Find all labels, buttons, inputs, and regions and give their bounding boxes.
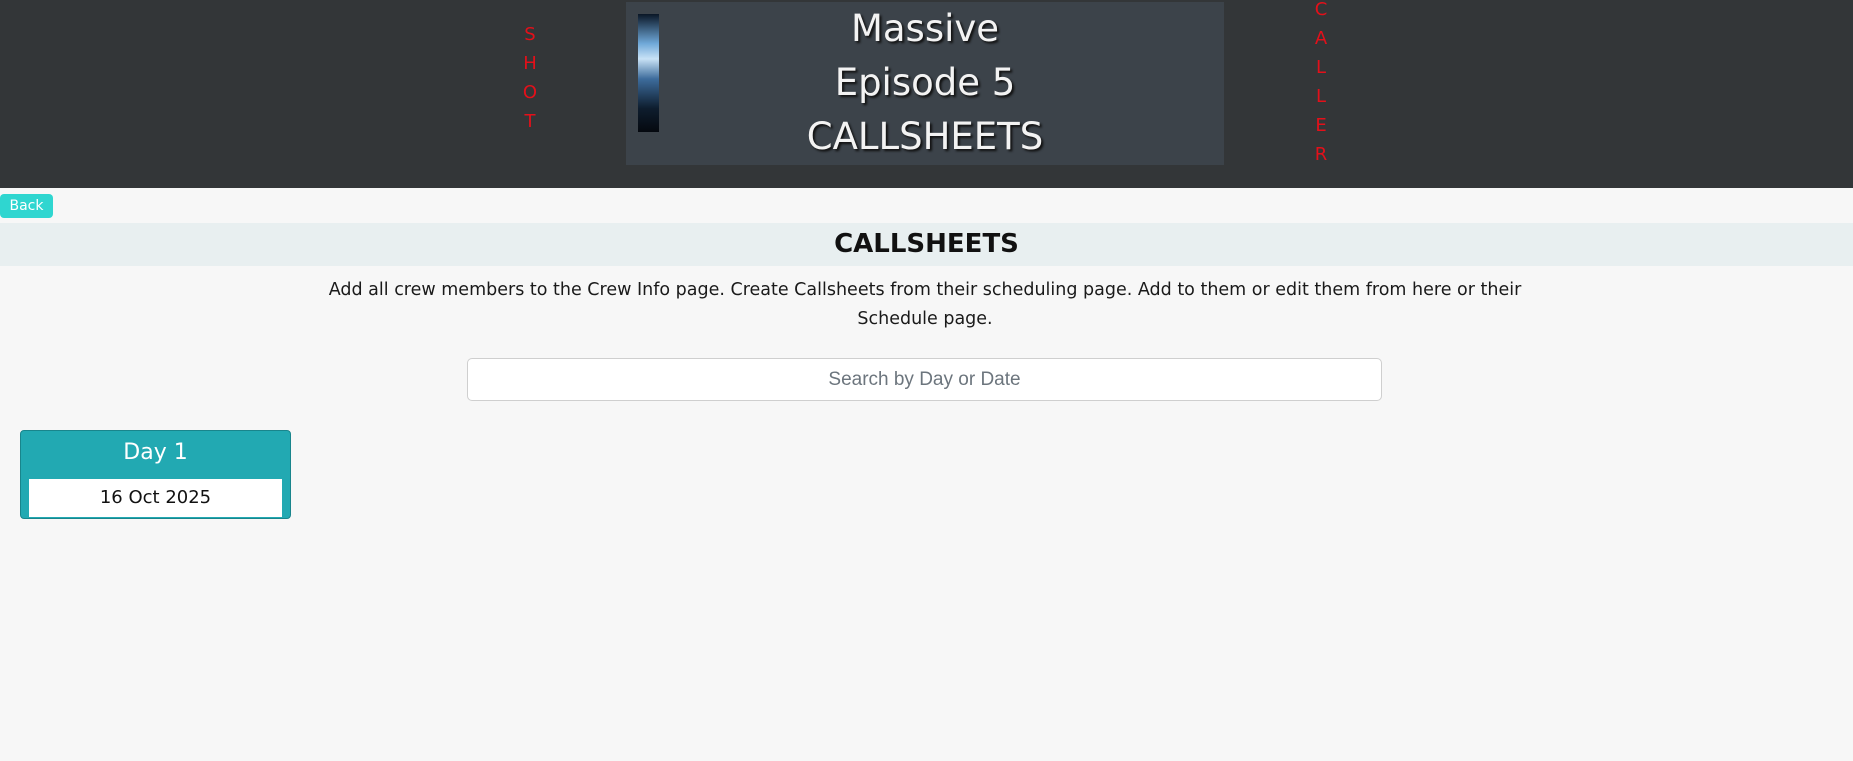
callsheet-card[interactable]: Day 1 16 Oct 2025 — [20, 430, 291, 519]
project-title-box: Massive Episode 5 CALLSHEETS — [626, 2, 1224, 165]
episode-title: Episode 5 — [834, 61, 1016, 104]
back-button[interactable]: Back — [0, 194, 53, 218]
project-title: Massive — [850, 7, 1000, 50]
instructions-text: Add all crew members to the Crew Info pa… — [328, 280, 1522, 329]
caller-logo-text: C A L L E R — [1310, 0, 1332, 169]
section-title-bar: CALLSHEETS — [0, 223, 1853, 266]
logo-letter: C — [1314, 0, 1328, 20]
logo-letter: E — [1315, 115, 1327, 136]
app-header: S H O T Massive Episode 5 CALLSHEETS C A… — [0, 0, 1853, 188]
logo-letter: R — [1314, 144, 1328, 165]
logo-letter: H — [523, 53, 537, 74]
logo-letter: T — [524, 111, 536, 132]
search-input[interactable] — [467, 358, 1382, 401]
logo-letter: O — [522, 82, 538, 103]
shot-logo-text: S H O T — [519, 20, 541, 136]
logo-letter: L — [1315, 57, 1327, 78]
callsheet-day-label: Day 1 — [123, 440, 188, 465]
logo-letter: A — [1314, 28, 1328, 49]
logo-letter: L — [1315, 86, 1327, 107]
callsheet-date: 16 Oct 2025 — [29, 479, 282, 517]
page-heading: CALLSHEETS — [806, 115, 1044, 158]
logo-letter: S — [524, 24, 536, 45]
section-title: CALLSHEETS — [834, 229, 1019, 259]
